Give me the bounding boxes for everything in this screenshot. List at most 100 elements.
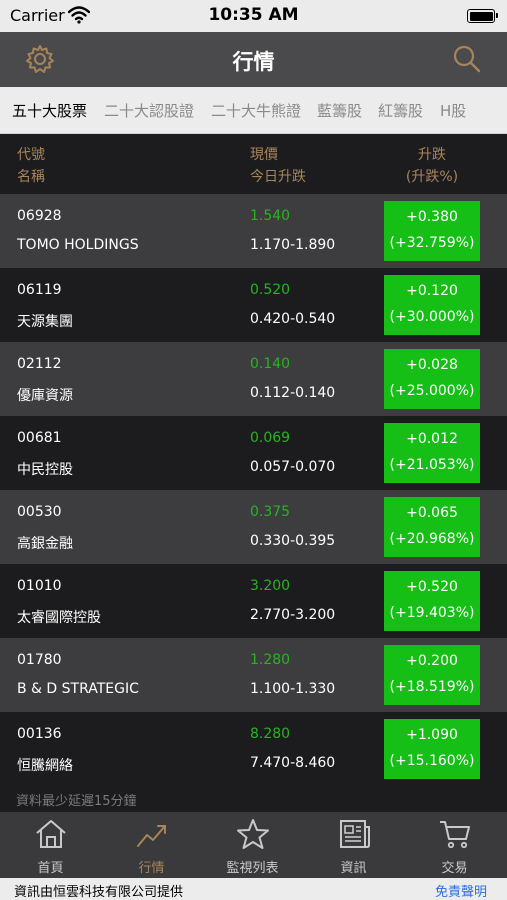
column-header: 代號 名稱 現價 今日升跌 升跌 (升跌%)	[0, 134, 507, 194]
stock-name: 中民控股	[17, 462, 73, 478]
tab-top20-cbbc[interactable]: 二十大牛熊證	[211, 100, 301, 121]
change-badge[interactable]: +1.090 (+15.160%)	[384, 719, 480, 779]
col-change-header[interactable]: 升跌	[384, 144, 480, 164]
stock-name: TOMO HOLDINGS	[17, 237, 139, 253]
tab-top20-warrants[interactable]: 二十大認股證	[104, 100, 194, 121]
change-percent: (+30.000%)	[389, 309, 475, 325]
stock-price: 3.200	[250, 578, 291, 594]
battery-icon	[467, 9, 498, 23]
change-percent: (+15.160%)	[389, 753, 475, 769]
cart-icon	[440, 821, 470, 849]
data-provider-text: 資訊由恒雲科技有限公司提供	[14, 885, 184, 900]
stock-day-range: 1.100-1.330	[250, 681, 336, 697]
stock-row[interactable]: 00136 恒騰網絡 8.280 7.470-8.460 +1.090 (+15.160%…	[0, 712, 507, 786]
stock-name: 太睿國際控股	[17, 610, 101, 626]
stock-day-range: 0.057-0.070	[250, 459, 336, 475]
change-badge[interactable]: +0.065 (+20.968%)	[384, 497, 480, 557]
footer: 資訊由恒雲科技有限公司提供 免責聲明	[0, 878, 507, 900]
tabbar-home-label: 首頁	[37, 861, 64, 876]
status-bar: Carrier 10:35 AM	[0, 0, 507, 32]
col-code-header: 代號	[17, 147, 45, 163]
stock-day-range: 2.770-3.200	[250, 607, 336, 623]
change-value: +0.028	[406, 357, 458, 373]
change-value: +0.520	[406, 579, 458, 595]
change-percent: (+19.403%)	[389, 605, 475, 621]
stock-price: 0.520	[250, 282, 291, 298]
category-tabs: 五十大股票 二十大認股證 二十大牛熊證 藍籌股 紅籌股 H股	[0, 87, 507, 134]
col-range-header: 今日升跌	[250, 169, 306, 185]
stock-name: 高銀金融	[17, 536, 73, 552]
tab-top50-stocks[interactable]: 五十大股票	[12, 100, 87, 121]
stock-name: B & D STRATEGIC	[17, 681, 139, 697]
stock-price: 8.280	[250, 726, 291, 742]
stock-row[interactable]: 01010 太睿國際控股 3.200 2.770-3.200 +0.520 (+19.40…	[0, 564, 507, 638]
stock-day-range: 0.112-0.140	[250, 385, 336, 401]
stock-row[interactable]: 00530 高銀金融 0.375 0.330-0.395 +0.065 (+20.968%…	[0, 490, 507, 564]
tab-red-chips[interactable]: 紅籌股	[378, 100, 423, 121]
change-percent: (+18.519%)	[389, 679, 475, 695]
disclaimer-link[interactable]: 免責聲明	[435, 881, 487, 900]
tabbar-news[interactable]: 資訊	[303, 812, 404, 878]
tab-h-shares[interactable]: H股	[440, 100, 466, 121]
stock-row[interactable]: 01780 B & D STRATEGIC 1.280 1.100-1.330 +0.2…	[0, 638, 507, 712]
stock-day-range: 0.420-0.540	[250, 311, 336, 327]
change-percent: (+21.053%)	[389, 457, 475, 473]
stock-day-range: 1.170-1.890	[250, 237, 336, 253]
stock-code: 02112	[17, 356, 62, 372]
stock-code: 01010	[17, 578, 62, 594]
bottom-tab-bar: 首頁 行情 監視列表 資訊 交易	[0, 812, 507, 878]
stock-price: 1.540	[250, 208, 291, 224]
tab-blue-chips[interactable]: 藍籌股	[317, 100, 362, 121]
nav-bar: 行情	[0, 32, 507, 87]
change-badge[interactable]: +0.012 (+21.053%)	[384, 423, 480, 483]
change-value: +0.120	[406, 283, 458, 299]
stock-day-range: 0.330-0.395	[250, 533, 336, 549]
star-icon	[237, 819, 269, 849]
stock-name: 優庫資源	[17, 388, 73, 404]
stock-price: 0.069	[250, 430, 291, 446]
tabbar-trade[interactable]: 交易	[404, 812, 505, 878]
tabbar-trade-label: 交易	[441, 861, 468, 876]
stock-name: 恒騰網絡	[17, 758, 73, 774]
clock: 10:35 AM	[208, 5, 299, 25]
change-percent: (+20.968%)	[389, 531, 475, 547]
stock-row[interactable]: 02112 優庫資源 0.140 0.112-0.140 +0.028 (+25.000%…	[0, 342, 507, 416]
tabbar-market[interactable]: 行情	[101, 812, 202, 878]
change-badge[interactable]: +0.200 (+18.519%)	[384, 645, 480, 705]
stock-code: 01780	[17, 652, 62, 668]
change-value: +0.200	[406, 653, 458, 669]
change-badge[interactable]: +0.028 (+25.000%)	[384, 349, 480, 409]
tabbar-home[interactable]: 首頁	[0, 812, 101, 878]
page-title: 行情	[232, 50, 275, 74]
change-percent: (+25.000%)	[389, 383, 475, 399]
stock-row[interactable]: 06928 TOMO HOLDINGS 1.540 1.170-1.890 +0.380…	[0, 194, 507, 268]
col-price-header[interactable]: 現價	[250, 144, 278, 164]
stock-price: 0.140	[250, 356, 291, 372]
col-change-pct-header: (升跌%)	[405, 169, 459, 185]
search-icon[interactable]	[451, 43, 483, 75]
tabbar-news-label: 資訊	[340, 861, 367, 876]
tabbar-watchlist-label: 監視列表	[226, 861, 279, 876]
home-icon	[36, 820, 66, 848]
newspaper-icon	[340, 820, 370, 848]
stock-price: 1.280	[250, 652, 291, 668]
change-value: +0.065	[406, 505, 458, 521]
stock-code: 00136	[17, 726, 62, 742]
stock-price: 0.375	[250, 504, 291, 520]
stock-code: 06119	[17, 282, 62, 298]
col-name-header: 名稱	[17, 169, 45, 185]
stock-row[interactable]: 06119 天源集團 0.520 0.420-0.540 +0.120 (+30.000%…	[0, 268, 507, 342]
change-value: +0.380	[406, 209, 458, 225]
change-badge[interactable]: +0.120 (+30.000%)	[384, 275, 480, 335]
change-badge[interactable]: +0.380 (+32.759%)	[384, 201, 480, 261]
stock-code: 00530	[17, 504, 62, 520]
change-badge[interactable]: +0.520 (+19.403%)	[384, 571, 480, 631]
tabbar-market-label: 行情	[138, 861, 165, 876]
stock-row[interactable]: 00681 中民控股 0.069 0.057-0.070 +0.012 (+21.053%…	[0, 416, 507, 490]
stock-name: 天源集團	[17, 314, 73, 330]
stock-code: 06928	[17, 208, 62, 224]
tabbar-watchlist[interactable]: 監視列表	[202, 812, 303, 878]
stock-day-range: 7.470-8.460	[250, 755, 336, 771]
stock-code: 00681	[17, 430, 62, 446]
trend-icon	[137, 825, 166, 847]
